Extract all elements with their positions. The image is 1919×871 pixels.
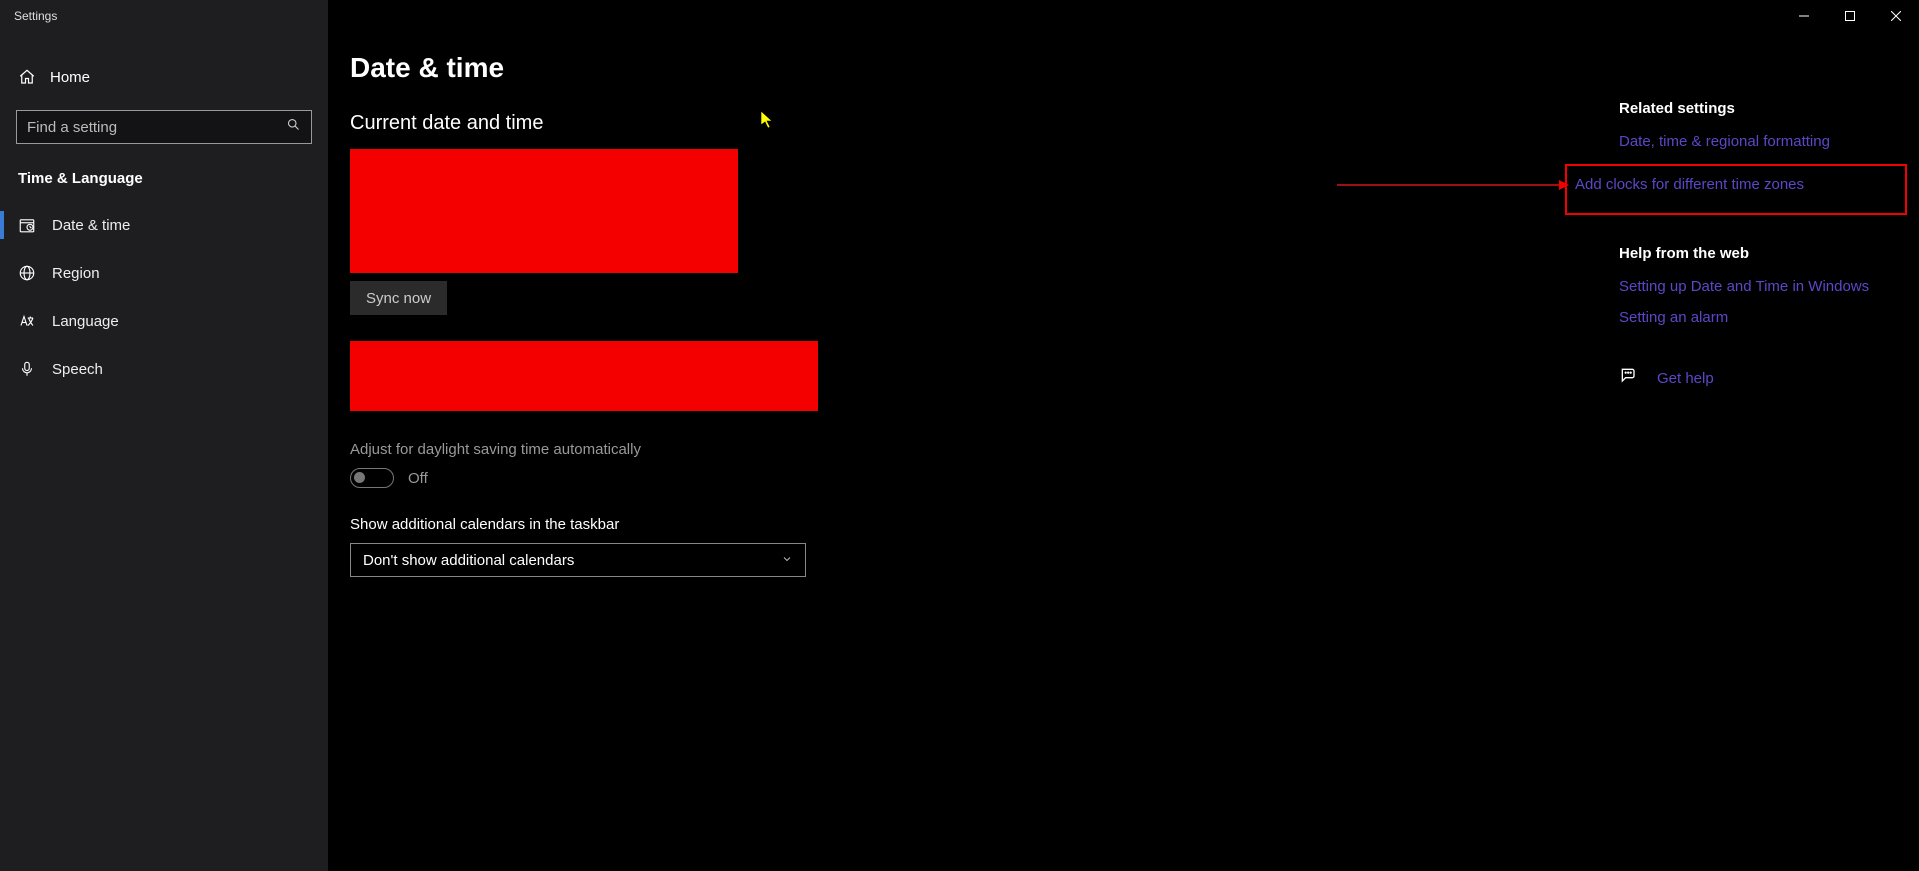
sidebar-item-label: Region — [52, 265, 100, 282]
sync-now-button[interactable]: Sync now — [350, 281, 447, 315]
chevron-down-icon — [781, 552, 793, 569]
current-date-time-heading: Current date and time — [350, 112, 1559, 135]
calendar-select-value: Don't show additional calendars — [363, 552, 574, 569]
calendar-label: Show additional calendars in the taskbar — [350, 516, 1559, 533]
annotation-arrow — [1337, 184, 1567, 186]
sidebar-item-label: Speech — [52, 361, 103, 378]
sidebar-item-region[interactable]: Region — [0, 249, 328, 297]
related-settings-heading: Related settings — [1619, 100, 1899, 117]
sidebar-section-header: Time & Language — [0, 152, 328, 201]
help-section: Help from the web Setting up Date and Ti… — [1619, 245, 1899, 391]
right-column: Related settings Date, time & regional f… — [1619, 100, 1899, 391]
sidebar-item-date-time[interactable]: Date & time — [0, 201, 328, 249]
main-content: Date & time Current date and time Sync n… — [350, 52, 1559, 577]
help-heading: Help from the web — [1619, 245, 1899, 262]
close-button[interactable] — [1873, 0, 1919, 32]
maximize-button[interactable] — [1827, 0, 1873, 32]
home-nav[interactable]: Home — [0, 58, 328, 96]
get-help-icon — [1619, 366, 1639, 391]
daylight-label: Adjust for daylight saving time automati… — [350, 441, 1559, 458]
redacted-block-1 — [350, 149, 738, 273]
mic-icon — [18, 360, 36, 378]
redacted-block-2 — [350, 341, 818, 411]
search-wrap — [16, 110, 312, 144]
link-setting-alarm[interactable]: Setting an alarm — [1619, 309, 1899, 326]
link-setup-date-time[interactable]: Setting up Date and Time in Windows — [1619, 278, 1899, 295]
search-box[interactable] — [16, 110, 312, 144]
clock-icon — [18, 216, 36, 234]
calendar-select[interactable]: Don't show additional calendars — [350, 543, 806, 577]
sidebar-item-speech[interactable]: Speech — [0, 345, 328, 393]
daylight-toggle[interactable] — [350, 468, 394, 488]
annotation-highlight-box: Add clocks for different time zones — [1565, 164, 1907, 215]
daylight-toggle-state: Off — [408, 470, 428, 487]
sidebar-item-language[interactable]: Language — [0, 297, 328, 345]
home-icon — [18, 68, 36, 86]
cursor-icon — [760, 110, 774, 130]
link-add-clocks[interactable]: Add clocks for different time zones — [1575, 176, 1897, 193]
sidebar: Home Time & Language Date & time Region … — [0, 0, 328, 871]
search-input[interactable] — [27, 119, 286, 136]
window-controls — [1781, 0, 1919, 32]
link-get-help[interactable]: Get help — [1657, 370, 1714, 387]
minimize-button[interactable] — [1781, 0, 1827, 32]
sidebar-item-label: Language — [52, 313, 119, 330]
search-icon — [286, 117, 301, 137]
get-help-row[interactable]: Get help — [1619, 366, 1899, 391]
home-label: Home — [50, 69, 90, 86]
daylight-toggle-row: Off — [350, 468, 1559, 488]
globe-icon — [18, 264, 36, 282]
language-icon — [18, 312, 36, 330]
page-title: Date & time — [350, 52, 1559, 84]
link-date-regional-formatting[interactable]: Date, time & regional formatting — [1619, 133, 1899, 150]
sidebar-item-label: Date & time — [52, 217, 130, 234]
